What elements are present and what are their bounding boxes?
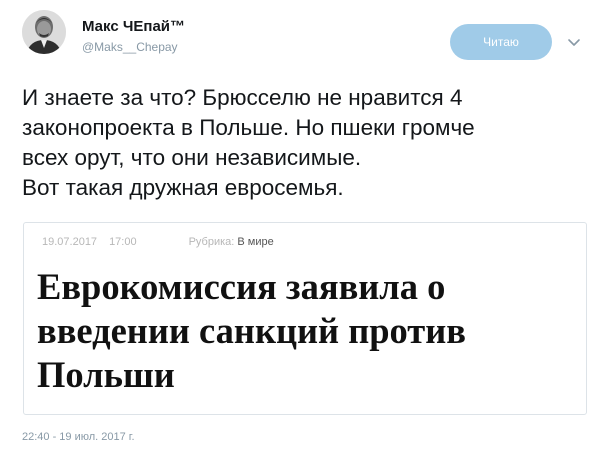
- article-headline-line: Еврокомиссия заявила о: [37, 266, 446, 307]
- follow-button-label: Читаю: [483, 35, 519, 49]
- follow-button[interactable]: Читаю: [450, 24, 552, 60]
- embedded-article-card[interactable]: 19.07.2017 17:00 Рубрика: В мире Еврокомисс…: [23, 222, 587, 415]
- tweet-text-line: Вот такая дружная евросемья.: [22, 175, 344, 200]
- author-handle[interactable]: @Maks__Chepay: [82, 40, 178, 54]
- article-rubric-label: Рубрика:: [188, 236, 235, 248]
- author-display-name[interactable]: Макс ЧЕпай™: [82, 18, 185, 35]
- more-menu-button[interactable]: [566, 34, 582, 50]
- article-date: 19.07.2017: [42, 236, 98, 248]
- article-headline[interactable]: Еврокомиссия заявила о введении санкций …: [37, 265, 577, 397]
- article-meta: 19.07.2017 17:00 Рубрика: В мире: [42, 236, 274, 248]
- article-headline-line: Польши: [37, 354, 175, 395]
- article-time: 17:00: [109, 236, 137, 248]
- avatar[interactable]: [22, 10, 66, 54]
- person-photo-icon: [22, 10, 66, 54]
- tweet-timestamp[interactable]: 22:40 - 19 июл. 2017 г.: [22, 431, 135, 443]
- tweet-text-line: всех орут, что они независимые.: [22, 145, 362, 170]
- tweet-text-line: законопроекта в Польше. Но пшеки громче: [22, 115, 475, 140]
- article-headline-line: введении санкций против: [37, 310, 466, 351]
- tweet-text: И знаете за что? Брюсселю не нравится 4 …: [22, 83, 602, 203]
- chevron-down-icon: [568, 39, 580, 46]
- tweet-text-line: И знаете за что? Брюсселю не нравится 4: [22, 85, 463, 110]
- article-rubric-value: В мире: [237, 236, 274, 248]
